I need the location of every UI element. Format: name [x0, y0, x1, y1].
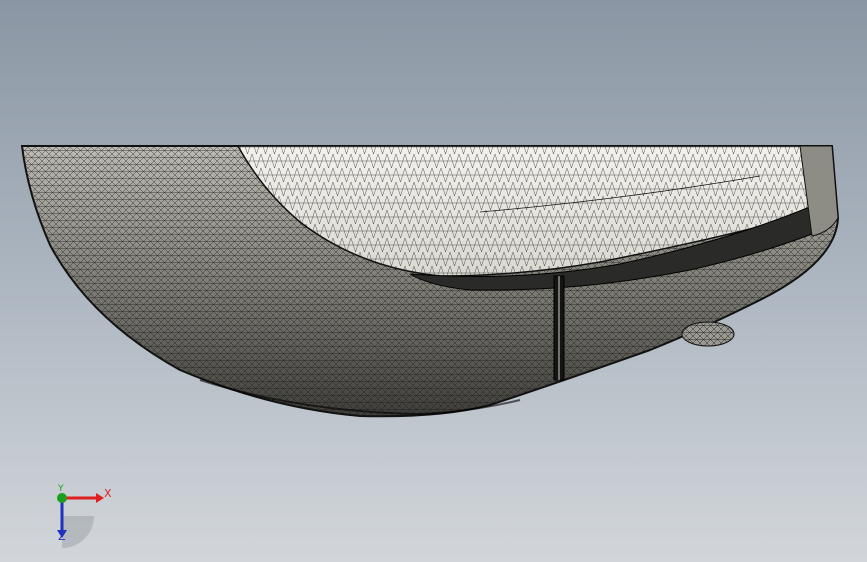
graphics-viewport[interactable]: X Y Z [0, 0, 867, 562]
x-axis-label: X [104, 487, 112, 500]
z-axis-label: Z [58, 530, 66, 543]
y-axis-label: Y [58, 484, 64, 494]
model-wireframe[interactable] [0, 0, 867, 562]
